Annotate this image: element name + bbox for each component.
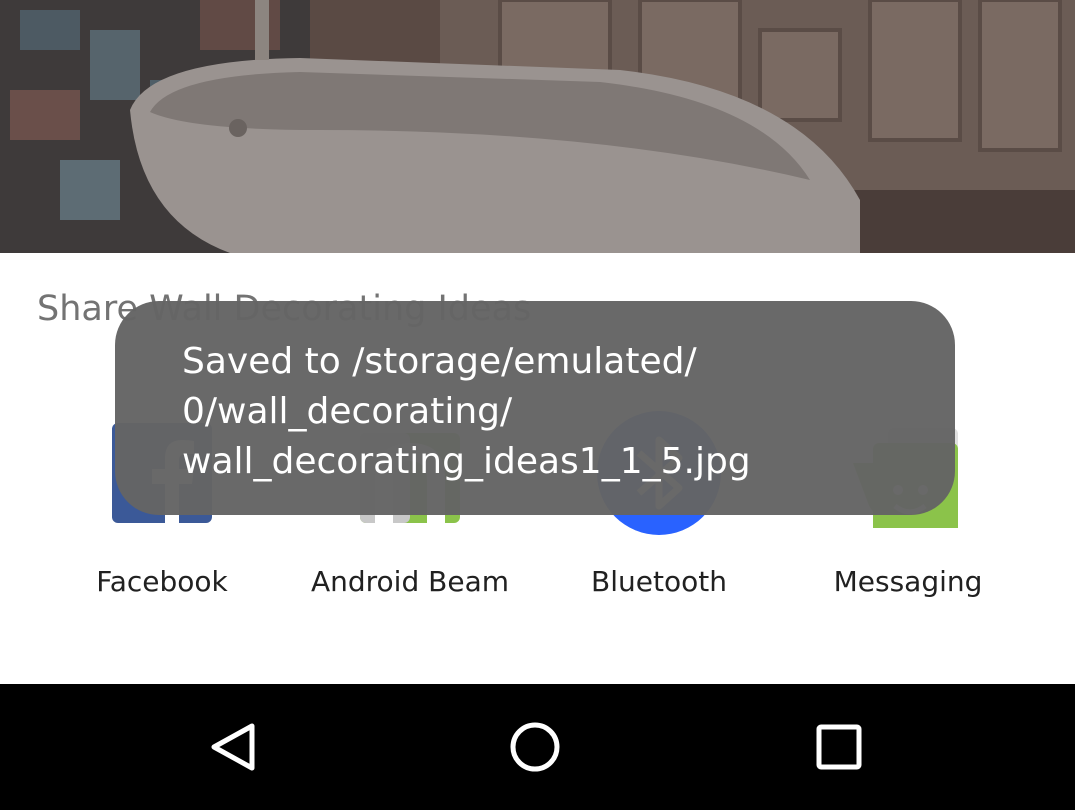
home-button[interactable] (500, 712, 570, 782)
toast-line: wall_decorating_ideas1_1_5.jpg (182, 441, 751, 482)
background-photo (0, 0, 1075, 253)
toast-line: Saved to /storage/emulated/ (182, 341, 697, 382)
saved-toast: Saved to /storage/emulated/ 0/wall_decor… (115, 301, 955, 515)
home-icon (510, 722, 560, 772)
share-target-label: Bluetooth (591, 565, 727, 598)
back-button[interactable] (200, 712, 270, 782)
share-target-label: Android Beam (310, 565, 510, 598)
navigation-bar (0, 684, 1075, 810)
recents-button[interactable] (804, 712, 874, 782)
share-target-label: Messaging (833, 565, 983, 598)
toast-message: Saved to /storage/emulated/ 0/wall_decor… (182, 337, 902, 487)
toast-line: 0/wall_decorating/ (182, 391, 513, 432)
back-icon (211, 723, 255, 771)
share-target-label: Facebook (96, 565, 228, 598)
recents-icon (816, 724, 862, 770)
